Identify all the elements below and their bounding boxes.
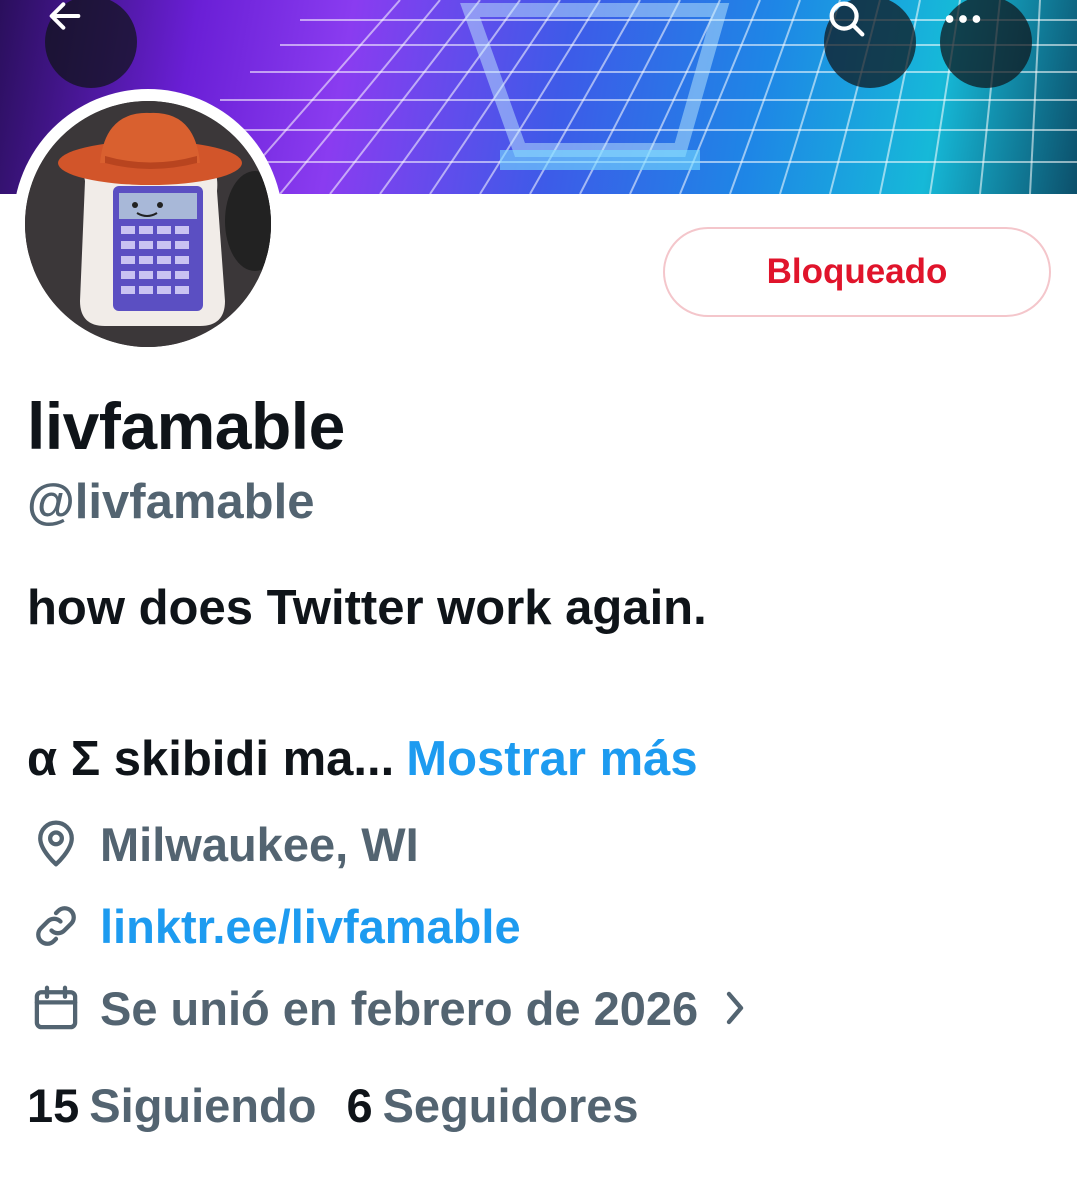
- avatar-image: [25, 101, 271, 347]
- following-stat[interactable]: 15 Siguiendo: [27, 1078, 316, 1133]
- following-label: Siguiendo: [89, 1079, 317, 1132]
- blocked-button-label: Bloqueado: [766, 252, 948, 291]
- calendar-icon: [28, 980, 84, 1036]
- chevron-right-icon: [720, 988, 750, 1028]
- location-pin-icon: [28, 816, 84, 872]
- following-count: 15: [27, 1079, 80, 1132]
- follow-stats: 15 Siguiendo 6 Seguidores: [27, 1078, 669, 1133]
- joined-text: Se unió en febrero de 2026: [100, 981, 699, 1035]
- back-button[interactable]: [45, 0, 137, 88]
- search-button[interactable]: [824, 0, 916, 88]
- website-row: linktr.ee/livfamable: [28, 898, 521, 954]
- followers-count: 6: [346, 1079, 373, 1132]
- avatar[interactable]: [25, 101, 271, 347]
- location-row: Milwaukee, WI: [28, 816, 419, 872]
- more-options-button[interactable]: [940, 0, 1032, 88]
- bio-line-1: how does Twitter work again.: [27, 581, 707, 635]
- website-link[interactable]: linktr.ee/livfamable: [100, 899, 521, 954]
- location-text: Milwaukee, WI: [100, 817, 419, 871]
- blocked-button[interactable]: Bloqueado: [663, 227, 1051, 317]
- more-horizontal-icon: [945, 15, 981, 23]
- bio-line-2: α Σ skibidi ma... Mostrar más: [27, 731, 698, 787]
- followers-stat[interactable]: 6 Seguidores: [346, 1078, 638, 1133]
- show-more-link[interactable]: Mostrar más: [406, 732, 697, 786]
- display-name: livfamable: [27, 389, 345, 463]
- bio-truncated-text: α Σ skibidi ma...: [27, 732, 395, 786]
- link-icon: [28, 898, 84, 954]
- arrow-left-icon: [49, 2, 81, 30]
- joined-row[interactable]: Se unió en febrero de 2026: [28, 980, 750, 1036]
- search-icon: [829, 1, 865, 37]
- user-handle: @livfamable: [27, 475, 315, 529]
- followers-label: Seguidores: [382, 1079, 639, 1132]
